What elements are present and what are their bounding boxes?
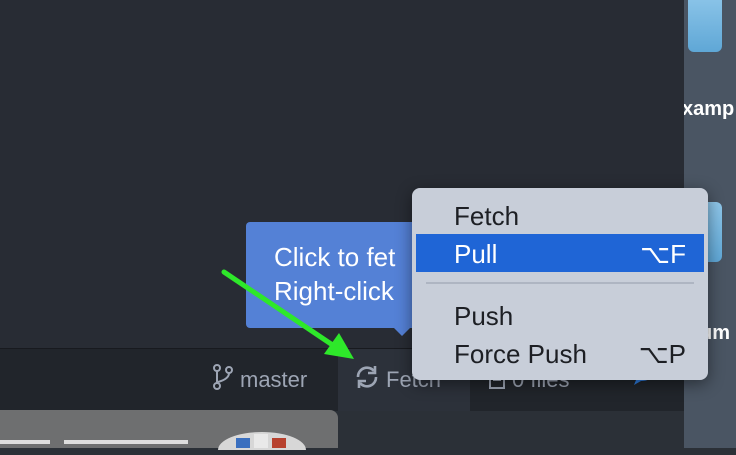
dock bbox=[0, 410, 338, 455]
menu-item-shortcut: ⌥F bbox=[640, 239, 686, 269]
dock-indicator bbox=[64, 440, 188, 444]
git-branch-icon bbox=[212, 363, 240, 397]
menu-item-force-push[interactable]: Force Push ⌥P bbox=[412, 334, 708, 372]
menu-item-pull[interactable]: Pull ⌥F bbox=[416, 234, 704, 272]
menu-item-label: Fetch bbox=[454, 201, 520, 231]
menu-item-label: Pull bbox=[454, 239, 498, 269]
app-icon[interactable] bbox=[216, 426, 308, 455]
menu-item-label: Push bbox=[454, 301, 514, 331]
tooltip-pointer bbox=[392, 326, 412, 336]
fetch-context-menu: Fetch Pull ⌥F Push Force Push ⌥P bbox=[412, 188, 708, 380]
dock-indicator bbox=[0, 440, 50, 444]
tooltip-line-2: Right-click bbox=[274, 276, 394, 306]
menu-item-fetch[interactable]: Fetch bbox=[412, 196, 708, 234]
sync-icon bbox=[354, 364, 386, 396]
branch-name: master bbox=[240, 367, 308, 392]
menu-separator bbox=[426, 282, 694, 284]
tooltip-line-1: Click to fet bbox=[274, 242, 396, 272]
desktop-folder-label: xamp bbox=[682, 98, 735, 120]
menu-item-label: Force Push bbox=[454, 339, 587, 369]
folder-icon[interactable] bbox=[688, 0, 722, 52]
menu-item-shortcut: ⌥P bbox=[638, 339, 686, 369]
branch-button[interactable]: master bbox=[212, 349, 307, 411]
menu-item-push[interactable]: Push bbox=[412, 296, 708, 334]
